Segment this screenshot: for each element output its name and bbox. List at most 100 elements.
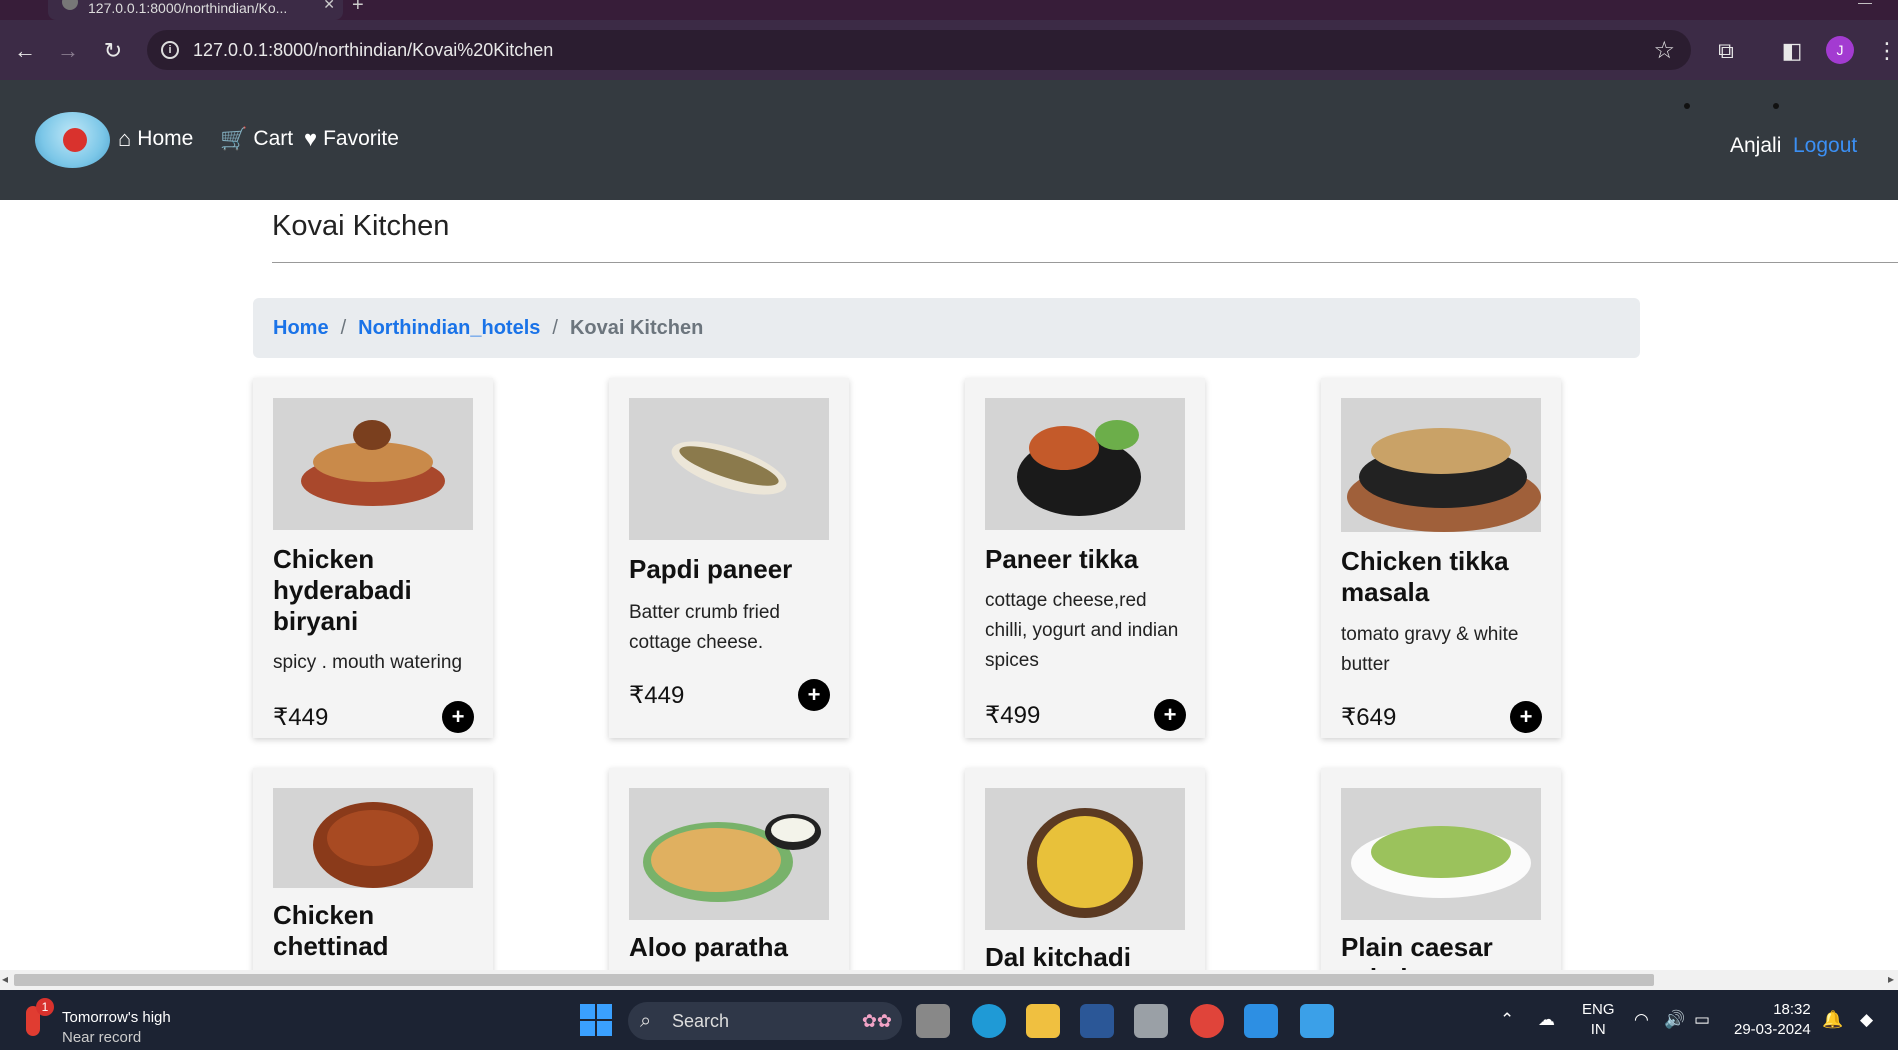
taskbar-search[interactable]: ⌕ Search ✿✿ [628,1002,902,1040]
side-panel-icon[interactable]: ◧ [1777,36,1807,66]
show-hidden-icons-icon[interactable]: ⌃ [1500,1010,1514,1030]
paint-icon[interactable] [1300,1004,1334,1038]
scrollbar-thumb[interactable] [14,974,1654,986]
site-navbar: ⌂ Home 🛒 Cart ♥ Favorite Anjali Logout [0,80,1898,200]
bookmark-star-icon[interactable]: ☆ [1653,36,1675,65]
address-bar[interactable]: i 127.0.0.1:8000/northindian/Kovai%20Kit… [147,30,1691,70]
dish-image [273,788,473,888]
wifi-icon[interactable]: ◠ [1634,1010,1649,1030]
heart-icon: ♥ [304,126,318,151]
word-icon[interactable] [1080,1004,1114,1038]
menu-item-card: Dal kitchadi [965,768,1205,978]
volume-icon[interactable]: 🔊 [1664,1010,1685,1030]
dish-name: Dal kitchadi [985,942,1131,972]
nav-favorite-link[interactable]: ♥ Favorite [304,126,399,152]
breadcrumb-home[interactable]: Home [273,317,329,340]
nav-cart-link[interactable]: 🛒 Cart [220,126,293,152]
decorative-dot [1773,103,1779,109]
lang-line1: ENG [1582,1001,1615,1018]
windows-taskbar: 1 Tomorrow's high Near record ⌕ Search ✿… [0,990,1898,1050]
battery-icon[interactable]: ▭ [1694,1010,1710,1030]
onedrive-icon[interactable]: ☁ [1538,1010,1555,1030]
breadcrumb-separator: / [340,316,347,339]
cherry-blossom-icon: ✿✿ [861,1011,892,1031]
nav-cart-label: Cart [253,127,294,150]
logout-link[interactable]: Logout [1793,134,1857,158]
menu-item-card: Plain caesar salad [1321,768,1561,993]
notification-badge: 1 [36,998,54,1016]
dish-image [629,788,829,920]
time: 18:32 [1773,1001,1811,1018]
cart-icon: 🛒 [220,126,248,151]
delivery-scooter-icon [63,128,87,152]
clock[interactable]: 18:32 29-03-2024 [1734,1000,1811,1040]
dish-name: Chicken hyderabadi biryani [273,544,412,636]
task-view-icon[interactable] [916,1004,950,1038]
home-icon: ⌂ [118,126,132,151]
dish-price: ₹499 [985,702,1041,729]
windows-start-icon[interactable] [580,1004,612,1036]
dish-image [985,398,1185,530]
dish-description: Batter crumb fried cottage cheese. [629,602,780,653]
browser-tab-strip: 127.0.0.1:8000/northindian/Ko... ✕ + — [0,0,1898,20]
notification-bell-icon[interactable]: 🔔 [1822,1010,1843,1030]
scroll-right-icon[interactable]: ▸ [1888,972,1894,986]
nav-home-link[interactable]: ⌂ Home [118,126,193,152]
menu-item-card: Papdi paneer Batter crumb fried cottage … [609,378,849,738]
breadcrumb-current: Kovai Kitchen [569,316,704,339]
reload-icon[interactable]: ↻ [100,38,126,64]
tab-close-icon[interactable]: ✕ [323,0,335,13]
extensions-icon[interactable]: ⧉ [1711,36,1741,66]
dish-price: ₹449 [629,682,685,709]
dish-name: Aloo paratha [629,932,788,962]
search-icon: ⌕ [640,1010,652,1032]
menu-item-card: Aloo paratha [609,768,849,978]
dish-description: cottage cheese,red chilli, yogurt and in… [985,590,1179,671]
scroll-left-icon[interactable]: ◂ [2,972,8,986]
dish-image [1341,788,1541,920]
profile-avatar[interactable]: J [1826,36,1854,64]
site-info-icon[interactable]: i [161,41,179,59]
url-text[interactable]: 127.0.0.1:8000/northindian/Kovai%20Kitch… [193,40,553,61]
site-logo[interactable] [35,112,110,168]
menu-item-card: Chicken chettinad [253,768,493,978]
menu-item-card: Chicken hyderabadi biryani spicy . mouth… [253,378,493,738]
add-to-cart-button[interactable]: + [798,679,830,711]
tab-favicon-icon [62,0,78,10]
decorative-dot [1684,103,1690,109]
language-indicator[interactable]: ENG IN [1582,1000,1615,1040]
weather-subtitle: Near record [62,1029,142,1046]
horizontal-scrollbar[interactable]: ◂ ▸ [0,970,1898,990]
back-icon[interactable]: ← [12,38,38,64]
page-title: Kovai Kitchen [272,210,450,242]
dish-image [1341,398,1541,532]
add-to-cart-button[interactable]: + [442,701,474,733]
browser-menu-icon[interactable]: ⋮ [1872,36,1898,66]
dish-image [985,788,1185,930]
browser-toolbar: ← → ↻ i 127.0.0.1:8000/northindian/Kovai… [0,20,1898,80]
dish-name: Chicken chettinad [273,900,389,961]
lang-line2: IN [1590,1021,1606,1038]
copilot-icon[interactable]: ◆ [1860,1010,1873,1030]
chrome-icon[interactable] [1190,1004,1224,1038]
database-icon[interactable] [1134,1004,1168,1038]
dish-image [629,398,829,540]
file-explorer-icon[interactable] [1026,1004,1060,1038]
window-minimize-icon[interactable]: — [1858,0,1872,10]
vscode-icon[interactable] [1244,1004,1278,1038]
edge-browser-icon[interactable] [972,1004,1006,1038]
browser-tab[interactable]: 127.0.0.1:8000/northindian/Ko... ✕ [48,0,343,20]
weather-title: Tomorrow's high [62,1009,171,1026]
breadcrumb-separator: / [552,316,558,339]
breadcrumb-section[interactable]: Northindian_hotels [358,317,540,340]
date: 29-03-2024 [1734,1021,1811,1038]
add-to-cart-button[interactable]: + [1510,701,1542,733]
nav-favorite-label: Favorite [323,127,399,150]
forward-icon[interactable]: → [55,38,81,64]
new-tab-icon[interactable]: + [352,0,364,17]
menu-item-card: Paneer tikka cottage cheese,red chilli, … [965,378,1205,738]
nav-home-label: Home [137,127,194,150]
add-to-cart-button[interactable]: + [1154,699,1186,731]
dish-image [273,398,473,530]
menu-item-card: Chicken tikka masala tomato gravy & whit… [1321,378,1561,738]
